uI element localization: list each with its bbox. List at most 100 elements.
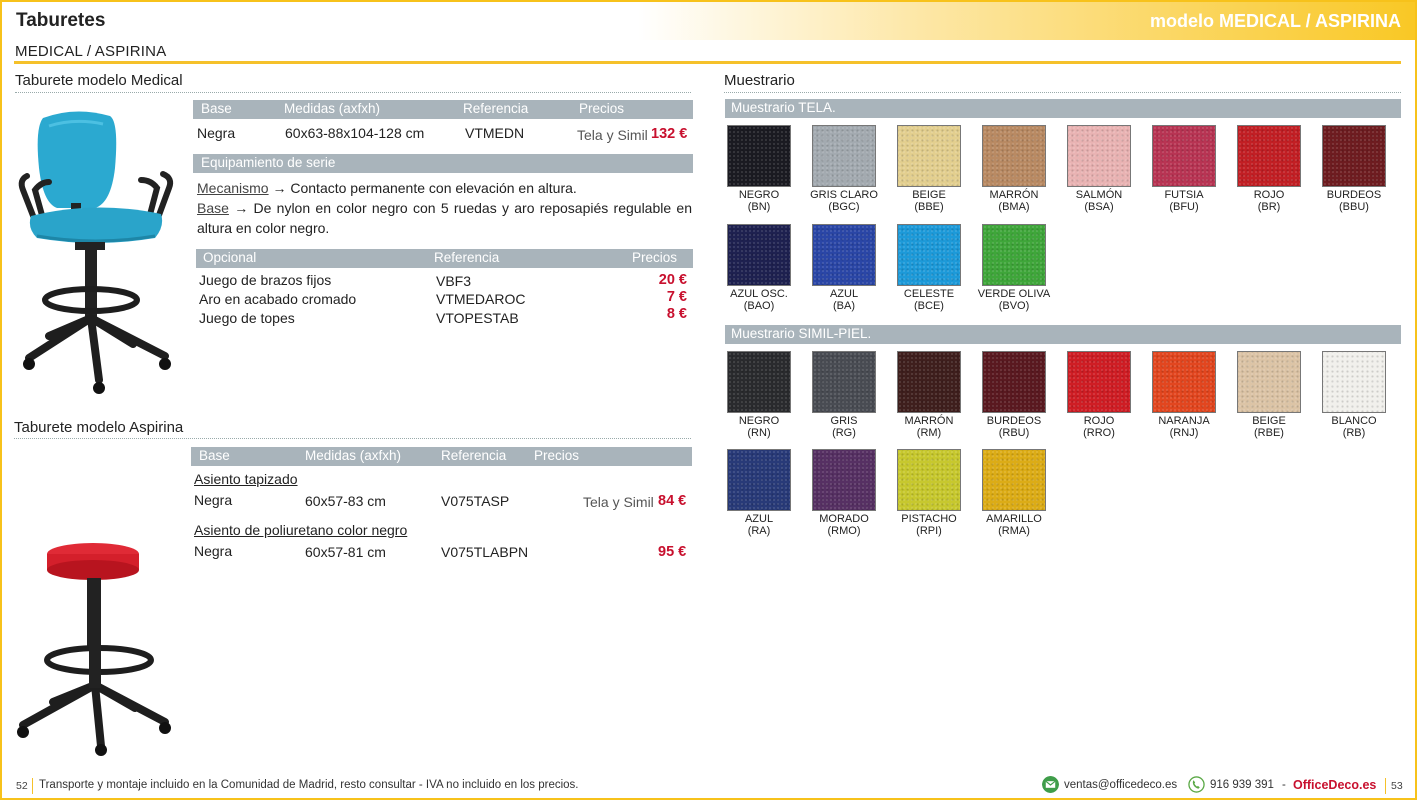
swatch-name: MORADO xyxy=(819,513,869,525)
color-swatch xyxy=(1322,351,1386,413)
col-base: Base xyxy=(199,448,230,463)
swatch-name: ROJO xyxy=(1253,189,1285,201)
color-swatch xyxy=(897,351,961,413)
swatch-name: PISTACHO xyxy=(901,513,957,525)
email-icon xyxy=(1042,776,1059,793)
color-swatch xyxy=(897,449,961,511)
footer-brand[interactable]: OfficeDeco.es xyxy=(1293,778,1376,792)
color-swatch xyxy=(1152,351,1216,413)
swatch-label: FUTSIA (BFU) xyxy=(1139,189,1229,213)
color-swatch xyxy=(727,351,791,413)
aspirina-medidas: 60x57-83 cm xyxy=(305,493,386,509)
page-title: Taburetes xyxy=(16,10,106,31)
footer-separator xyxy=(32,778,33,794)
gold-divider xyxy=(14,61,1401,64)
swatch-name: FUTSIA xyxy=(1164,189,1204,201)
footer-dash: - xyxy=(1282,779,1286,791)
footer-email[interactable]: ventas@officedeco.es xyxy=(1064,779,1177,791)
swatch-label: GRIS CLARO (BGC) xyxy=(799,189,889,213)
swatch-name: BLANCO xyxy=(1331,415,1377,427)
swatch-code: (RA) xyxy=(747,525,771,537)
swatch-label: MARRÓN (RM) xyxy=(884,415,974,439)
swatch-name: VERDE OLIVA xyxy=(977,288,1051,300)
opcional-ref: VBF3 xyxy=(436,273,472,289)
swatch-code: (BCE) xyxy=(914,300,944,312)
swatch-code: (BR) xyxy=(1257,201,1281,213)
medical-price: 132 € xyxy=(651,126,688,142)
swatch-label: ROJO (BR) xyxy=(1224,189,1314,213)
aspirina-price: 84 € xyxy=(658,493,687,509)
color-swatch xyxy=(727,224,791,286)
col-precios: Precios xyxy=(534,448,580,463)
swatch-name: GRIS xyxy=(830,415,858,427)
equipamiento-title: Equipamiento de serie xyxy=(201,155,336,170)
footer-separator xyxy=(1385,778,1386,794)
opcional-ref: VTMEDAROC xyxy=(436,291,526,307)
swatch-name: BURDEOS xyxy=(1326,189,1382,201)
swatch-name: AZUL xyxy=(829,288,859,300)
phone-icon xyxy=(1188,776,1205,793)
base-text: → De nylon en color negro con 5 ruedas y… xyxy=(197,200,692,236)
swatch-label: BEIGE (RBE) xyxy=(1224,415,1314,439)
aspirina-group-title: Asiento tapizado xyxy=(194,471,298,487)
color-swatch xyxy=(982,125,1046,187)
color-swatch xyxy=(1322,125,1386,187)
opcional-price: 7 € xyxy=(666,289,687,305)
swatch-label: AMARILLO (RMA) xyxy=(969,513,1059,537)
swatch-name: MARRÓN xyxy=(989,189,1039,201)
col-referencia: Referencia xyxy=(441,448,507,463)
page-number-left: 52 xyxy=(16,780,28,792)
swatch-code: (BA) xyxy=(833,300,855,312)
color-swatch xyxy=(982,224,1046,286)
swatch-code: (RB) xyxy=(1342,427,1366,439)
color-swatch xyxy=(1237,351,1301,413)
swatch-label: ROJO (RRO) xyxy=(1054,415,1144,439)
color-swatch xyxy=(727,125,791,187)
opcional-name: Juego de topes xyxy=(199,310,295,326)
col-medidas: Medidas (axfxh) xyxy=(284,101,381,116)
footer-phone[interactable]: 916 939 391 xyxy=(1210,779,1274,791)
simil-header: Muestrario SIMIL-PIEL. xyxy=(725,325,1401,344)
aspirina-base: Negra xyxy=(194,543,233,559)
swatch-name: GRIS CLARO xyxy=(810,189,878,201)
opcional-name: Juego de brazos fijos xyxy=(199,272,332,288)
color-swatch xyxy=(982,449,1046,511)
col-medidas: Medidas (axfxh) xyxy=(305,448,402,463)
stool-aspirina-image xyxy=(17,543,171,756)
swatch-name: AMARILLO xyxy=(986,513,1042,525)
medical-medidas: 60x63-88x104-128 cm xyxy=(285,125,425,141)
swatch-code: (RMA) xyxy=(998,525,1030,537)
mecanismo-label: Mecanismo xyxy=(197,180,269,196)
color-swatch xyxy=(1237,125,1301,187)
swatch-code: (BBU) xyxy=(1339,201,1369,213)
color-swatch xyxy=(982,351,1046,413)
opcional-col-name: Opcional xyxy=(203,250,257,265)
aspirina-referencia: V075TASP xyxy=(441,493,510,509)
swatch-label: MORADO (RMO) xyxy=(799,513,889,537)
swatch-code: (BN) xyxy=(747,201,771,213)
swatch-label: MARRÓN (BMA) xyxy=(969,189,1059,213)
swatch-code: (RBU) xyxy=(998,427,1030,439)
page-subtitle: MEDICAL / ASPIRINA xyxy=(15,43,167,60)
swatch-name: SALMÓN xyxy=(1075,189,1123,201)
swatch-name: AZUL xyxy=(744,513,774,525)
aspirina-base: Negra xyxy=(194,492,233,508)
swatch-label: NEGRO (RN) xyxy=(714,415,804,439)
swatch-name: BURDEOS xyxy=(986,415,1042,427)
medical-table-header: Base Medidas (axfxh) Referencia Precios xyxy=(193,100,693,119)
swatch-code: (BMA) xyxy=(998,201,1030,213)
model-title: modelo MEDICAL / ASPIRINA xyxy=(1149,11,1401,31)
aspirina-title: Taburete modelo Aspirina xyxy=(14,419,184,436)
swatch-code: (RMO) xyxy=(827,525,861,537)
opcional-price: 8 € xyxy=(666,306,687,322)
col-precios: Precios xyxy=(579,101,625,116)
simil-title: Muestrario SIMIL-PIEL. xyxy=(731,326,872,341)
dotted-divider xyxy=(15,92,691,93)
swatch-code: (RN) xyxy=(747,427,771,439)
equipamiento-text: Mecanismo → Contacto permanente con elev… xyxy=(197,178,692,238)
header-bar: Taburetes modelo MEDICAL / ASPIRINA xyxy=(2,2,1415,40)
color-swatch xyxy=(812,224,876,286)
footer: 52 Transporte y montaje incluido en la C… xyxy=(0,774,1417,798)
opcional-col-price: Precios xyxy=(632,250,678,265)
dotted-divider xyxy=(14,438,691,439)
